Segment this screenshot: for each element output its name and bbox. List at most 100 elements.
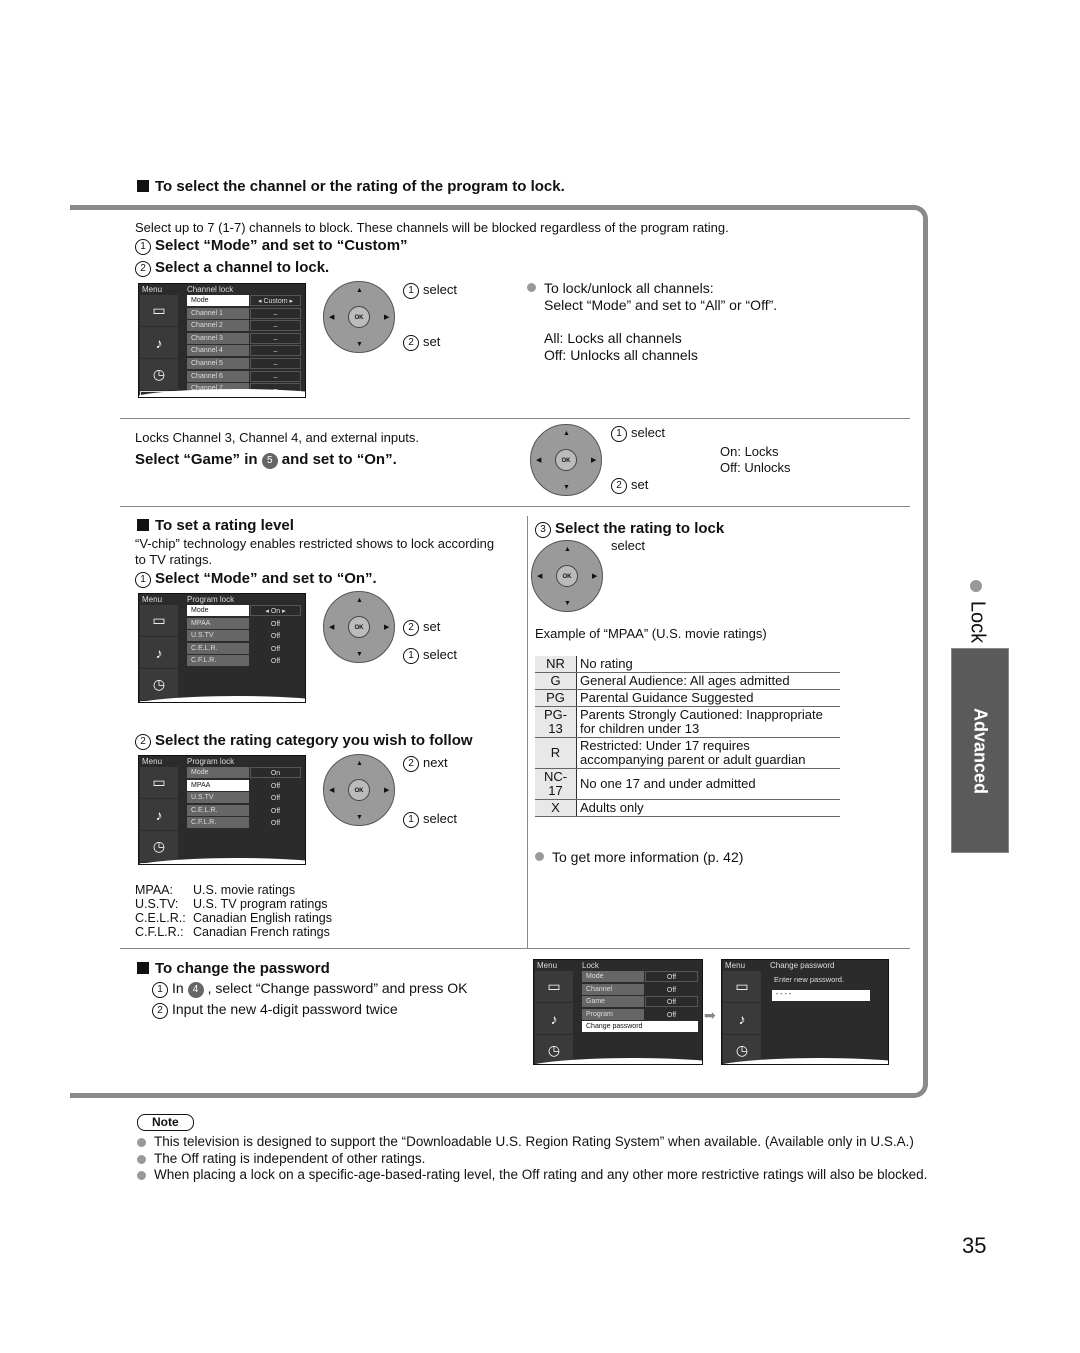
password-step2: 2 Input the new 4-digit password twice [152,1001,398,1019]
menu-row-mode[interactable]: Mode Off [582,971,698,982]
menu-row-channel[interactable]: Channel 3– [187,332,301,344]
remote-dpad: ▲ ▼ ◀ ▶ OK [323,591,395,663]
timer-icon[interactable]: ◷ [140,669,178,700]
timer-icon[interactable]: ◷ [140,831,178,862]
divider [120,948,910,949]
menu-row-ustv[interactable]: U.S.TV Off [187,630,301,642]
note-item: This television is designed to support t… [137,1134,937,1151]
step-ref-icon: 5 [261,453,278,469]
rating-step1: 1 Select “Mode” and set to “On”. [135,570,377,588]
square-bullet-icon [137,180,149,192]
rating-code: NR [535,656,577,673]
remote-label-select: 1 select [611,425,665,442]
password-input[interactable]: - - - - [772,990,870,1001]
menu-sidebar: ▭ ♪ ◷ 🔒 [140,295,178,397]
audio-icon[interactable]: ♪ [140,799,178,830]
arrow-right-icon: ➡ [704,1007,716,1023]
channel-step2: 2 Select a channel to lock. [135,259,329,277]
bullet-icon [527,283,536,292]
note-item: The Off rating is independent of other r… [137,1151,937,1168]
menu-row-mpaa[interactable]: MPAA Off [187,779,301,791]
mpaa-ratings-table: NR No rating G General Audience: All ages a… [535,656,840,817]
menu-row-channel[interactable]: Channel Off [582,983,698,995]
password-step1: 1 In 4, select “Change password” and pres… [152,980,467,998]
menu-row-channel[interactable]: Channel 4– [187,345,301,357]
rating-description: Parental Guidance Suggested [576,689,840,707]
menu-row-mode[interactable]: Mode On [187,767,301,778]
remote-label-set: 2 set [611,477,648,494]
remote-label-select: 1 select [403,647,457,664]
rating-step2: 2 Select the rating category you wish to … [135,732,473,750]
program-lock-screen: Menu Program lock ▭ ♪ ◷ 🔒 Mode◂ On ▸ MPA… [138,593,306,703]
step-ref-icon: 4 [187,982,204,998]
menu-row-channel[interactable]: Channel 5– [187,357,301,369]
rating-row: PG Parental Guidance Suggested [535,689,840,707]
ok-button-icon: OK [348,306,370,328]
rating-description: Restricted: Under 17 requires accompanyi… [576,737,840,769]
note-list: This television is designed to support t… [137,1134,937,1184]
divider [120,506,910,507]
lock-menu-screen: Menu Lock ▭ ♪ ◷ 🔒 ModeOff ChannelOff Gam… [533,959,703,1065]
bullet-icon [970,580,982,592]
ok-button-icon: OK [348,779,370,801]
square-bullet-icon [137,519,149,531]
audio-icon[interactable]: ♪ [723,1003,761,1034]
game-desc: Locks Channel 3, Channel 4, and external… [135,430,420,445]
remote-dpad: ▲ ▼ ◀ ▶ OK [530,424,602,496]
menu-row-program[interactable]: Program Off [582,1008,698,1020]
picture-icon[interactable]: ▭ [723,971,761,1002]
picture-icon[interactable]: ▭ [535,971,573,1002]
picture-icon[interactable]: ▭ [140,767,178,798]
up-arrow-icon: ▲ [356,287,363,294]
square-bullet-icon [137,962,149,974]
timer-icon[interactable]: ◷ [140,359,178,390]
step-number-icon: 1 [135,239,151,255]
rating-row: NR No rating [535,656,840,673]
section-tab: Advanced [951,648,1009,853]
remote-label-set: 2 set [403,619,440,636]
left-arrow-icon: ◀ [329,314,335,321]
note-item: When placing a lock on a specific-age-ba… [137,1167,937,1184]
screen-title: Channel lock [187,285,234,294]
channel-step1: 1 Select “Mode” and set to “Custom” [135,237,408,255]
column-divider [527,516,528,948]
password-prompt: Enter new password. [774,975,845,984]
rating-description: No rating [576,656,840,673]
menu-row-ustv[interactable]: U.S.TV Off [187,792,301,804]
password-heading: To change the password [137,960,330,977]
rating-code: PG [535,689,577,707]
ok-button-icon: OK [556,565,578,587]
rating-code: G [535,672,577,690]
picture-icon[interactable]: ▭ [140,605,178,636]
audio-icon[interactable]: ♪ [140,637,178,668]
menu-row-cflr[interactable]: C.F.L.R. Off [187,817,301,829]
menu-row-channel[interactable]: Channel 2– [187,320,301,332]
audio-icon[interactable]: ♪ [140,327,178,358]
menu-row-channel[interactable]: Channel 1– [187,307,301,319]
picture-icon[interactable]: ▭ [140,295,178,326]
menu-row-cflr[interactable]: C.F.L.R. Off [187,655,301,667]
menu-row-mode[interactable]: Mode ◂ Custom ▸ [187,295,301,306]
right-arrow-icon: ▶ [384,314,390,321]
rating-heading: To set a rating level [137,517,294,534]
lock-all-tip: To lock/unlock all channels: Select “Mod… [527,280,777,314]
ok-button-icon: OK [348,616,370,638]
rating-code: R [535,737,577,769]
remote-dpad: ▲ ▼ ◀ ▶ OK [531,540,603,612]
menu-row-channel[interactable]: Channel 6– [187,370,301,382]
menu-row-game[interactable]: Game Off [582,996,698,1008]
menu-row-change-password[interactable]: Change password [582,1021,698,1033]
menu-row-mpaa[interactable]: MPAA Off [187,617,301,629]
menu-row-celr[interactable]: C.E.L.R. Off [187,804,301,816]
topic-label: Lock [966,600,989,644]
menu-row-mode[interactable]: Mode ◂ On ▸ [187,605,301,616]
menu-row-celr[interactable]: C.E.L.R. Off [187,642,301,654]
menu-label: Menu [142,285,163,294]
audio-icon[interactable]: ♪ [535,1003,573,1034]
rating-desc: “V-chip” technology enables restricted s… [135,536,495,567]
remote-label-next: 2 next [403,755,448,772]
down-arrow-icon: ▼ [356,341,363,348]
rating-row: G General Audience: All ages admitted [535,672,840,690]
rating-code: PG-13 [535,706,577,738]
divider [120,418,910,419]
